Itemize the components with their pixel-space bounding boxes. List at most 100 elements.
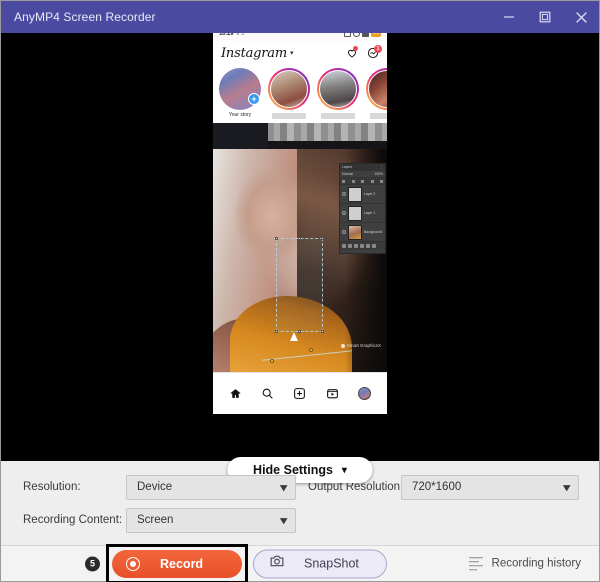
path-anchor-point[interactable] bbox=[308, 347, 313, 352]
panel-opacity-label: 100% bbox=[374, 172, 383, 176]
maximize-button[interactable] bbox=[527, 1, 563, 33]
chevron-down-icon: ▾ bbox=[563, 481, 571, 494]
marquee-handle[interactable] bbox=[297, 237, 301, 241]
lock-move-icon[interactable] bbox=[361, 179, 364, 183]
story-ring bbox=[317, 68, 359, 110]
layer-style-icon[interactable] bbox=[348, 244, 352, 248]
minimize-button[interactable] bbox=[491, 1, 527, 33]
heart-badge-dot bbox=[353, 46, 358, 51]
pixelated-caption-bar bbox=[213, 123, 387, 149]
marquee-handle[interactable] bbox=[297, 329, 301, 333]
settings-row-recording-content: Recording Content: Screen ▾ bbox=[1, 507, 599, 533]
chevron-down-icon: ▾ bbox=[280, 481, 288, 494]
lock-all-icon[interactable] bbox=[370, 179, 374, 183]
recording-history-label: Recording history bbox=[491, 557, 581, 570]
story-label: Your story bbox=[228, 112, 252, 118]
layer-thumbnail bbox=[348, 186, 362, 202]
list-icon bbox=[468, 556, 483, 571]
app-window: AnyMP4 Screen Recorder 10:29 ıl ▵ 21 Ins… bbox=[0, 0, 600, 582]
home-icon[interactable] bbox=[229, 387, 242, 400]
messenger-button[interactable]: 1 bbox=[367, 45, 382, 59]
resolution-value: Device bbox=[137, 481, 173, 493]
instagram-bottom-nav[interactable] bbox=[213, 372, 387, 414]
delete-layer-icon[interactable] bbox=[372, 244, 376, 248]
snapshot-label: SnapShot bbox=[304, 556, 359, 571]
output-resolution-value: 720*1600 bbox=[412, 481, 462, 493]
maximize-icon bbox=[539, 11, 551, 23]
fill-value-icon[interactable] bbox=[380, 179, 383, 183]
marquee-handle[interactable] bbox=[320, 329, 324, 333]
recording-history-button[interactable]: Recording history bbox=[468, 556, 581, 571]
close-button[interactable] bbox=[563, 1, 599, 33]
story-label-placeholder bbox=[370, 113, 387, 119]
marquee-handle[interactable] bbox=[274, 237, 278, 241]
recording-content-select[interactable]: Screen ▾ bbox=[126, 507, 296, 533]
phone-mirror-preview[interactable]: 10:29 ıl ▵ 21 Instagram ▾ 1 + Your story… bbox=[213, 26, 387, 414]
messenger-badge: 1 bbox=[374, 45, 382, 53]
window-title: AnyMP4 Screen Recorder bbox=[14, 10, 156, 24]
story-ring bbox=[268, 68, 310, 110]
lock-transparency-icon[interactable] bbox=[342, 179, 345, 183]
record-button[interactable]: Record bbox=[112, 549, 242, 578]
story-avatar bbox=[270, 70, 308, 108]
record-button-highlight: Record bbox=[106, 543, 248, 582]
new-layer-icon[interactable] bbox=[366, 244, 370, 248]
panel-filter-row[interactable]: Normal 100% bbox=[340, 171, 385, 178]
post-photo: Layers ⋮ Normal 100% Layer 2 Layer 1 Bac… bbox=[213, 149, 387, 372]
story-item[interactable] bbox=[268, 68, 310, 119]
lock-brush-icon[interactable] bbox=[351, 179, 355, 183]
stories-row[interactable]: + Your story bbox=[213, 65, 387, 123]
step-badge: 5 bbox=[85, 556, 100, 571]
panel-tab-label: Layers bbox=[342, 165, 353, 169]
story-avatar bbox=[368, 70, 387, 108]
link-layers-icon[interactable] bbox=[342, 244, 346, 248]
chevron-down-icon[interactable]: ▾ bbox=[290, 49, 294, 57]
story-item[interactable] bbox=[317, 68, 359, 119]
layer-visibility-icon[interactable] bbox=[342, 230, 346, 234]
story-item[interactable] bbox=[366, 68, 387, 119]
layer-name: Layer 2 bbox=[364, 192, 376, 196]
preview-area: 10:29 ıl ▵ 21 Instagram ▾ 1 + Your story… bbox=[1, 26, 599, 483]
story-item[interactable]: + Your story bbox=[219, 68, 261, 118]
story-avatar bbox=[319, 70, 357, 108]
layer-mask-icon[interactable] bbox=[354, 244, 358, 248]
chevron-down-icon: ▾ bbox=[341, 464, 347, 476]
panel-footer-toolbar[interactable] bbox=[340, 242, 385, 250]
output-resolution-select[interactable]: 720*1600 ▾ bbox=[401, 474, 579, 500]
layer-item[interactable]: Layer 1 bbox=[340, 204, 385, 223]
record-label: Record bbox=[160, 556, 204, 571]
resolution-select[interactable]: Device ▾ bbox=[126, 474, 296, 500]
action-bar: 5 Record SnapShot Recording history bbox=[1, 543, 599, 582]
layer-item[interactable]: Background bbox=[340, 223, 385, 242]
heart-button[interactable] bbox=[346, 46, 358, 59]
photoshop-layers-panel[interactable]: Layers ⋮ Normal 100% Layer 2 Layer 1 Bac… bbox=[339, 163, 386, 254]
watermark-dot-icon bbox=[340, 343, 345, 348]
selection-marquee[interactable] bbox=[274, 237, 324, 333]
profile-avatar[interactable] bbox=[358, 387, 372, 400]
panel-lock-row[interactable] bbox=[340, 178, 385, 185]
layer-visibility-icon[interactable] bbox=[342, 211, 346, 215]
new-group-icon[interactable] bbox=[360, 244, 364, 248]
marquee-handle[interactable] bbox=[274, 329, 278, 333]
story-label-placeholder bbox=[272, 113, 306, 119]
snapshot-button[interactable]: SnapShot bbox=[253, 549, 387, 578]
cursor-pointer bbox=[289, 331, 298, 341]
recording-content-value: Screen bbox=[137, 514, 174, 526]
camera-icon bbox=[270, 555, 284, 573]
add-post-icon[interactable] bbox=[293, 387, 306, 400]
search-icon[interactable] bbox=[261, 387, 274, 400]
layer-item[interactable]: Layer 2 bbox=[340, 185, 385, 204]
layer-visibility-icon[interactable] bbox=[342, 192, 346, 196]
layer-name: Background bbox=[364, 230, 383, 234]
minimize-icon bbox=[504, 16, 514, 18]
marquee-handle[interactable] bbox=[320, 237, 324, 241]
chevron-down-icon: ▾ bbox=[280, 514, 288, 527]
panel-menu-icon[interactable]: ⋮ bbox=[380, 165, 383, 169]
photo-watermark: Smart GraphicsX bbox=[340, 343, 381, 348]
panel-tab-row[interactable]: Layers ⋮ bbox=[340, 164, 385, 171]
story-ring bbox=[366, 68, 387, 110]
layer-name: Layer 1 bbox=[364, 211, 376, 215]
add-story-icon[interactable]: + bbox=[248, 93, 260, 105]
reels-icon[interactable] bbox=[326, 387, 339, 400]
post-photo-area[interactable]: Layers ⋮ Normal 100% Layer 2 Layer 1 Bac… bbox=[213, 123, 387, 372]
